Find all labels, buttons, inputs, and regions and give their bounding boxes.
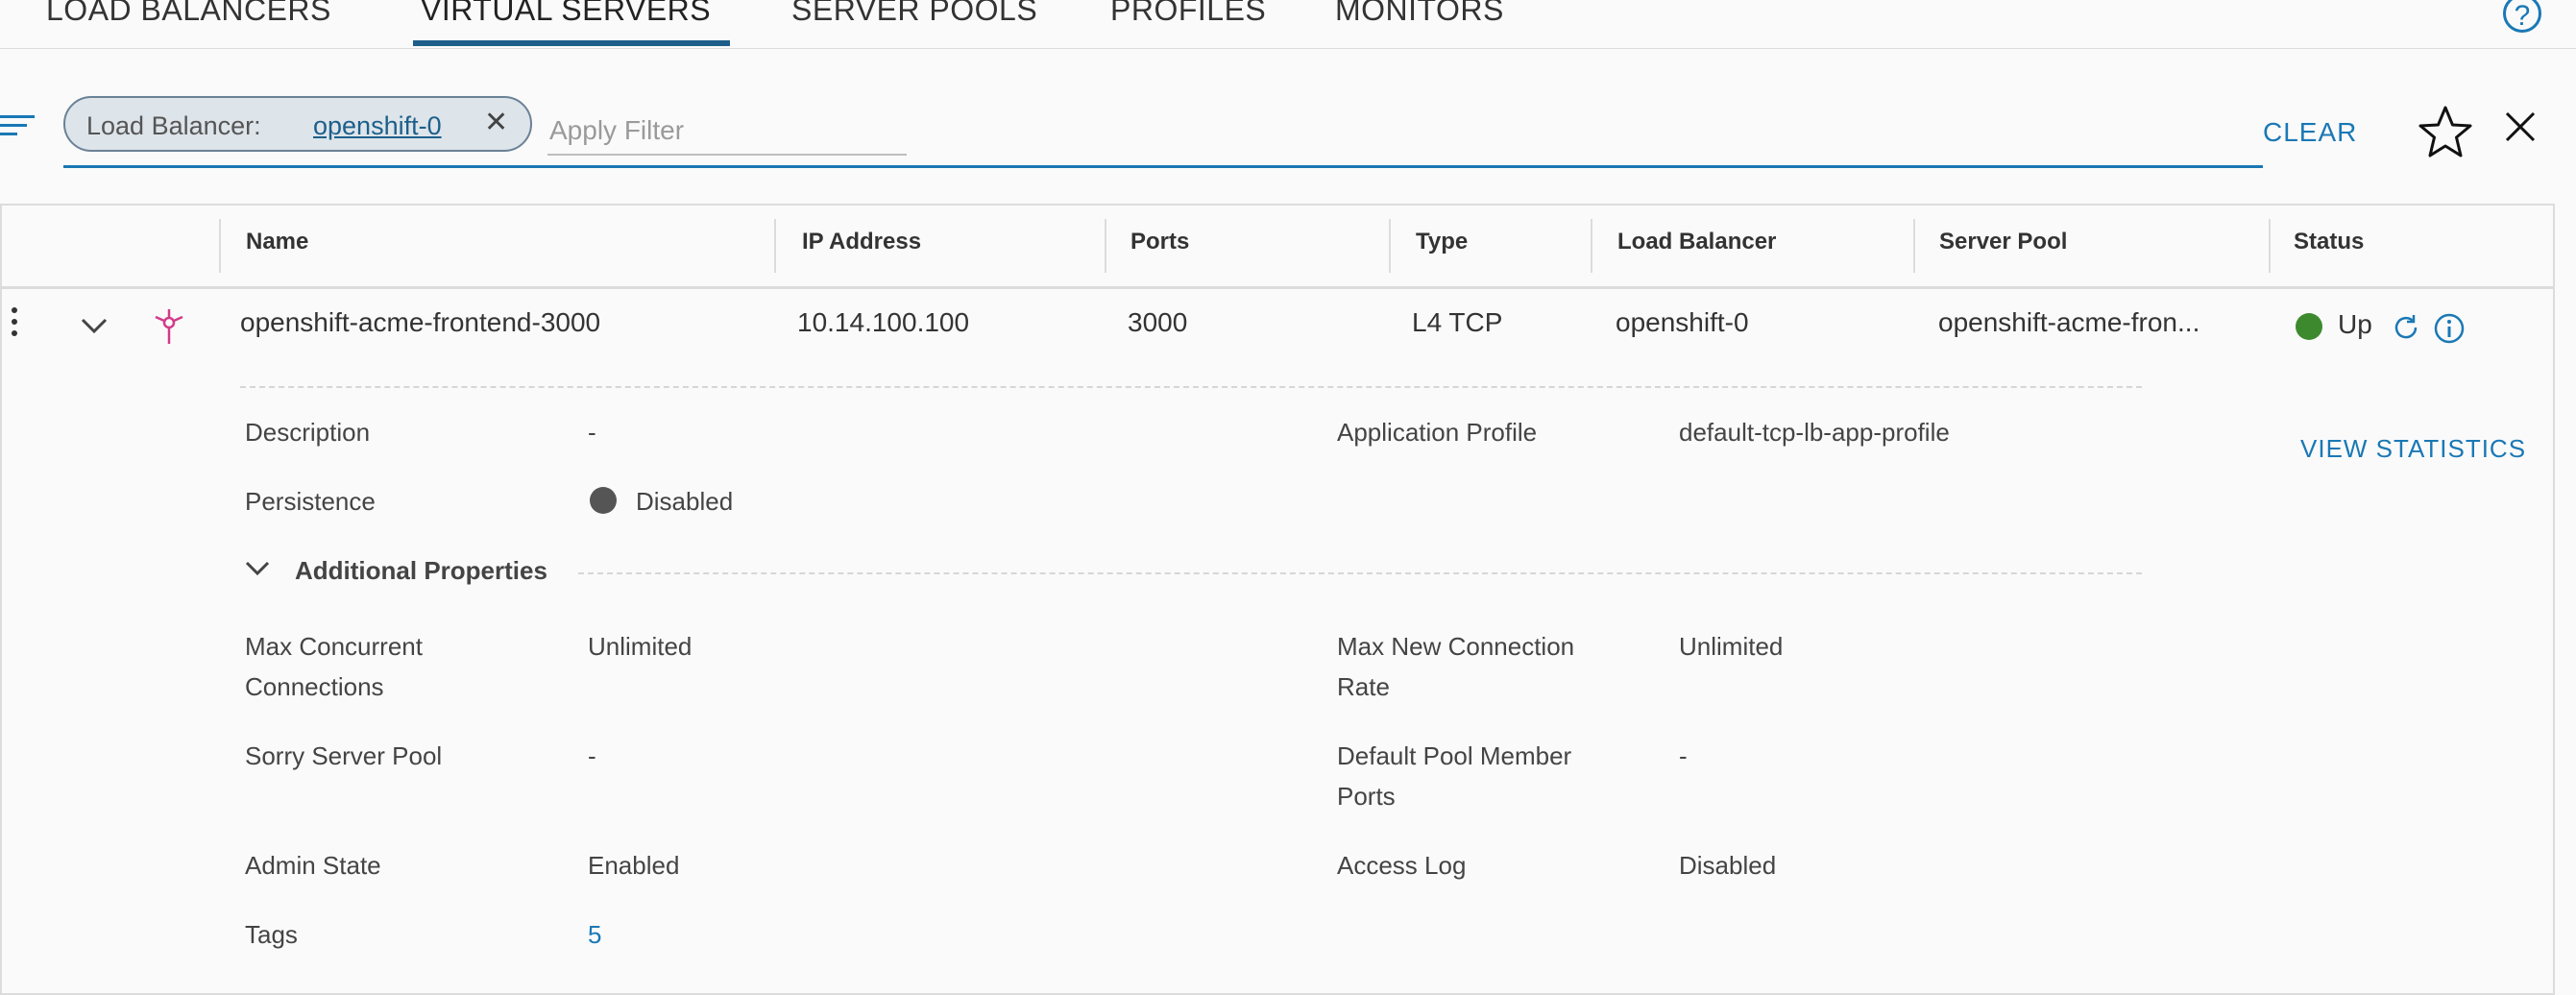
- tab-server-pools[interactable]: SERVER POOLS: [791, 0, 1037, 28]
- column-separator: [1913, 219, 1915, 273]
- info-icon[interactable]: [2432, 311, 2467, 346]
- tab-virtual-servers[interactable]: VIRTUAL SERVERS: [421, 0, 711, 28]
- filter-icon[interactable]: [0, 115, 35, 141]
- max-new-connection-label: Max New Connection Rate: [1337, 626, 1574, 707]
- star-icon[interactable]: [2417, 104, 2474, 161]
- column-header-ip[interactable]: IP Address: [802, 229, 921, 255]
- chevron-down-icon[interactable]: [79, 315, 109, 336]
- additional-properties-toggle[interactable]: Additional Properties: [295, 550, 547, 591]
- max-concurrent-value: Unlimited: [588, 632, 693, 661]
- apply-filter-input[interactable]: [547, 108, 907, 156]
- chevron-down-icon[interactable]: [244, 559, 271, 578]
- max-concurrent-label-line1: Max Concurrent: [245, 632, 423, 661]
- access-log-value: Disabled: [1679, 851, 1777, 880]
- max-concurrent-label: Max Concurrent Connections: [245, 626, 423, 707]
- tab-load-balancers[interactable]: LOAD BALANCERS: [46, 0, 331, 28]
- column-separator: [219, 219, 221, 273]
- active-tab-indicator: [413, 40, 730, 46]
- virtual-server-icon: [155, 309, 183, 344]
- column-separator: [1389, 219, 1391, 273]
- top-tab-bar: LOAD BALANCERS VIRTUAL SERVERS SERVER PO…: [0, 0, 2576, 49]
- column-separator: [1591, 219, 1592, 273]
- row-ip: 10.14.100.100: [797, 307, 970, 337]
- view-statistics-link[interactable]: VIEW STATISTICS: [2300, 428, 2526, 469]
- tab-monitors[interactable]: MONITORS: [1335, 0, 1504, 28]
- column-header-load-balancer[interactable]: Load Balancer: [1617, 229, 1776, 255]
- row-name: openshift-acme-frontend-3000: [240, 307, 601, 337]
- virtual-servers-grid: Name IP Address Ports Type Load Balancer…: [0, 204, 2555, 995]
- column-header-server-pool[interactable]: Server Pool: [1939, 229, 2067, 255]
- clear-filter-button[interactable]: CLEAR: [2263, 117, 2357, 148]
- question-circle-icon[interactable]: ?: [2503, 0, 2541, 33]
- row-actions-kebab-icon[interactable]: [12, 307, 19, 342]
- default-pool-member-ports-value: -: [1679, 741, 1688, 770]
- row-load-balancer: openshift-0: [1616, 307, 1749, 337]
- description-label: Description: [245, 418, 371, 447]
- refresh-icon[interactable]: [2390, 311, 2422, 344]
- column-header-name[interactable]: Name: [246, 229, 308, 255]
- persistence-status-dot: [590, 487, 617, 514]
- application-profile-value: default-tcp-lb-app-profile: [1679, 418, 1950, 447]
- default-pool-member-ports-label-line2: Ports: [1337, 782, 1396, 811]
- grid-header: Name IP Address Ports Type Load Balancer…: [2, 206, 2553, 289]
- admin-state-label: Admin State: [245, 851, 381, 880]
- filter-underline: [63, 165, 2263, 168]
- row-ports: 3000: [1128, 307, 1188, 337]
- column-header-ports[interactable]: Ports: [1130, 229, 1189, 255]
- column-separator: [774, 219, 776, 273]
- access-log-label: Access Log: [1337, 851, 1467, 880]
- max-concurrent-label-line2: Connections: [245, 672, 384, 701]
- default-pool-member-ports-label: Default Pool Member Ports: [1337, 736, 1571, 816]
- tab-profiles[interactable]: PROFILES: [1110, 0, 1266, 28]
- tags-count-link[interactable]: 5: [588, 914, 601, 955]
- remove-filter-icon[interactable]: ✕: [484, 106, 508, 139]
- description-value: -: [588, 418, 596, 447]
- persistence-label: Persistence: [245, 487, 376, 516]
- row-type: L4 TCP: [1412, 307, 1503, 337]
- default-pool-member-ports-label-line1: Default Pool Member: [1337, 741, 1572, 770]
- column-header-status[interactable]: Status: [2294, 229, 2364, 255]
- tags-label: Tags: [245, 920, 298, 949]
- sorry-server-pool-label: Sorry Server Pool: [245, 741, 443, 770]
- status-up-dot: [2296, 313, 2322, 340]
- sorry-server-pool-value: -: [588, 741, 596, 770]
- max-new-connection-label-line1: Max New Connection: [1337, 632, 1575, 661]
- column-separator: [2269, 219, 2271, 273]
- filter-chip-key: Load Balancer:: [86, 111, 261, 140]
- persistence-value: Disabled: [636, 487, 734, 516]
- admin-state-value: Enabled: [588, 851, 680, 880]
- filter-chip-value[interactable]: openshift-0: [313, 111, 442, 141]
- max-new-connection-label-line2: Rate: [1337, 672, 1390, 701]
- detail-divider: [240, 386, 2142, 388]
- close-icon[interactable]: [2499, 106, 2541, 148]
- filter-chip[interactable]: Load Balancer: openshift-0 ✕: [63, 96, 532, 152]
- row-status: Up: [2338, 309, 2372, 339]
- application-profile-label: Application Profile: [1337, 418, 1538, 447]
- additional-properties-divider: [578, 572, 2142, 574]
- max-new-connection-value: Unlimited: [1679, 632, 1784, 661]
- row-server-pool: openshift-acme-fron...: [1938, 307, 2200, 337]
- column-header-type[interactable]: Type: [1416, 229, 1468, 255]
- column-separator: [1105, 219, 1106, 273]
